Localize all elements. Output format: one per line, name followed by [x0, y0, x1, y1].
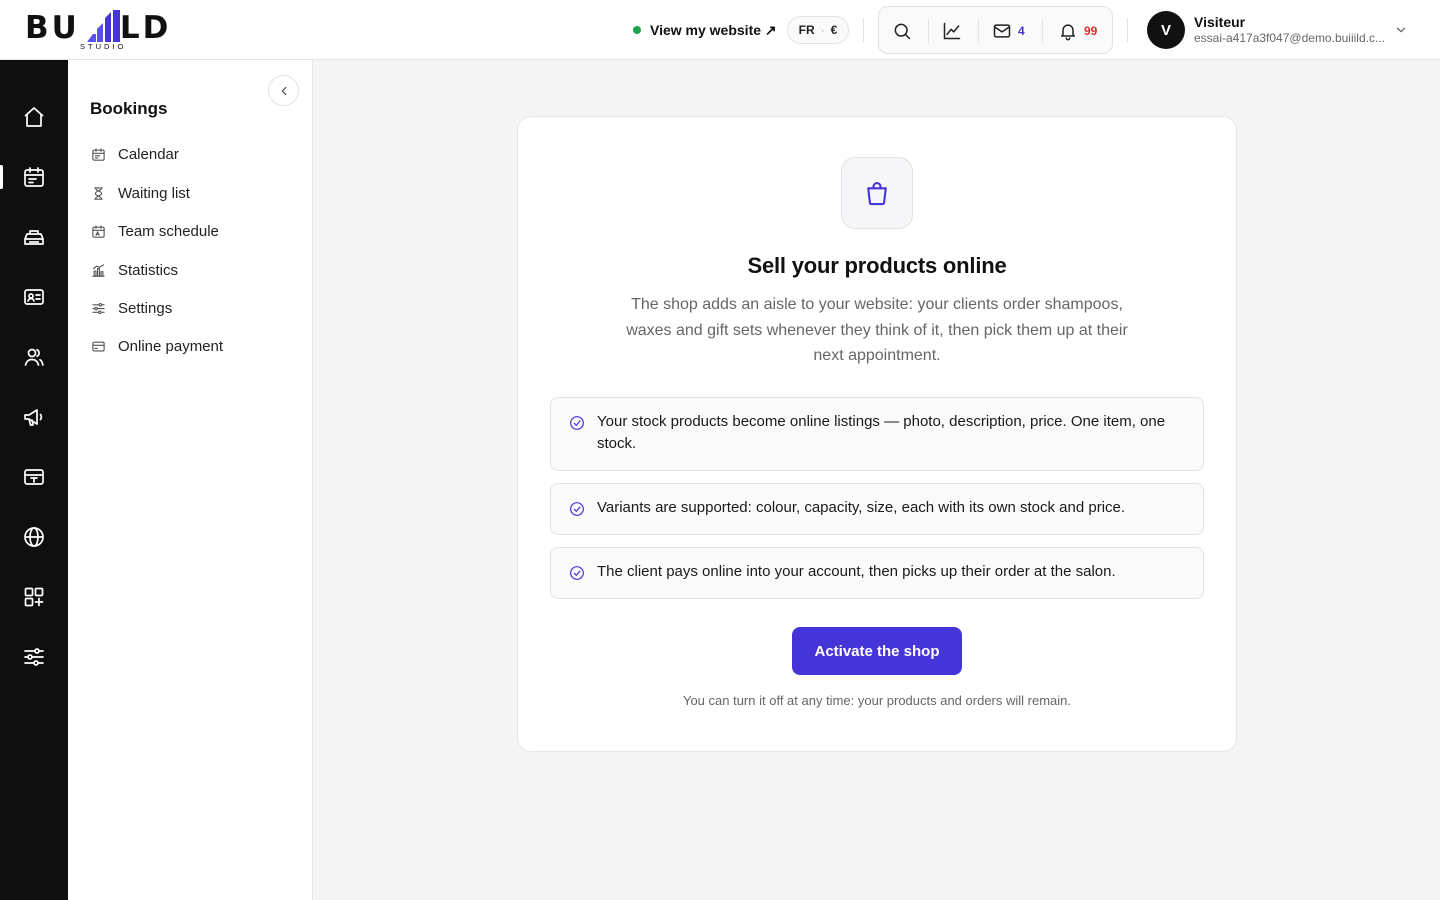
notifications-button[interactable]: 99 — [1058, 19, 1097, 43]
search-button[interactable] — [892, 19, 912, 43]
online-status-dot — [633, 26, 641, 34]
chevron-left-icon — [281, 86, 286, 95]
feature-text: Variants are supported: colour, capacity… — [597, 499, 1126, 516]
chevron-down-icon[interactable] — [1394, 23, 1408, 37]
pill-separator: · — [820, 23, 825, 37]
trend-chart-icon — [943, 22, 961, 40]
language-currency-selector[interactable]: FR · € — [787, 16, 849, 44]
divider — [978, 19, 979, 43]
rail-item-bookings[interactable] — [0, 155, 68, 199]
top-bar: BULD STUDIO View my website ↗ FR · € 4 — [0, 0, 1440, 60]
shop-activation-card: Sell your products online The shop adds … — [517, 116, 1237, 752]
apps-icon — [24, 587, 44, 607]
header-toolbar: 4 99 — [878, 6, 1113, 54]
messages-button[interactable]: 4 — [992, 19, 1025, 43]
sidebar-item-settings[interactable]: Settings — [90, 296, 172, 320]
sliders-icon — [91, 302, 105, 314]
divider — [863, 18, 864, 42]
clients-icon — [24, 348, 44, 366]
logo[interactable]: BU LD STUDIO — [25, 8, 185, 52]
user-email[interactable]: essai-a417a3f047@demo.buiiild.c... — [1194, 31, 1389, 45]
contact-card-icon — [24, 289, 44, 305]
mail-icon — [993, 24, 1011, 38]
rail-item-settings[interactable] — [0, 635, 68, 679]
divider — [1042, 19, 1043, 43]
analytics-button[interactable] — [942, 19, 962, 43]
rail-item-apps[interactable] — [0, 575, 68, 619]
rail-item-home[interactable] — [0, 95, 68, 139]
user-name[interactable]: Visiteur — [1194, 14, 1245, 30]
shop-icon-tile — [841, 157, 913, 229]
sidebar-item-calendar[interactable]: Calendar — [90, 142, 179, 166]
check-circle-icon — [570, 416, 584, 430]
services-icon — [24, 230, 44, 245]
hourglass-icon — [93, 186, 103, 200]
statistics-icon — [91, 263, 105, 277]
sidebar-item-label: Online payment — [118, 337, 224, 355]
rail-item-marketing[interactable] — [0, 395, 68, 439]
check-circle-icon — [570, 502, 584, 516]
search-icon — [894, 23, 911, 40]
globe-icon — [24, 527, 44, 547]
card-description: The shop adds an aisle to your website: … — [626, 296, 1128, 364]
logo-bars-icon — [87, 10, 120, 42]
rail-item-contacts[interactable] — [0, 275, 68, 319]
sidebar-item-team-schedule[interactable]: Team schedule — [90, 219, 219, 243]
card-footnote: You can turn it off at any time: your pr… — [682, 693, 1072, 708]
divider — [928, 19, 929, 43]
calendar-icon — [24, 167, 44, 187]
rail-item-services[interactable] — [0, 215, 68, 259]
team-calendar-icon — [91, 224, 105, 238]
feature-item: Your stock products become online listin… — [550, 397, 1204, 471]
rail-item-website[interactable] — [0, 515, 68, 559]
check-circle-icon — [570, 566, 584, 580]
sidebar-item-label: Settings — [118, 299, 173, 317]
calendar-icon — [91, 147, 105, 161]
home-icon — [24, 107, 44, 127]
feature-text: The client pays online into your account… — [597, 563, 1116, 580]
card-title: Sell your products online — [747, 253, 1007, 278]
collapse-sidebar-button[interactable] — [268, 75, 299, 106]
view-my-website-link[interactable]: View my website ↗ — [633, 19, 777, 41]
sidebar-item-label: Team schedule — [118, 222, 219, 240]
logo-subtitle: STUDIO — [80, 42, 127, 51]
feature-item: Variants are supported: colour, capacity… — [550, 483, 1204, 535]
megaphone-icon — [24, 409, 43, 426]
sidebar-item-statistics[interactable]: Statistics — [90, 258, 178, 282]
feature-text: Your stock products become online listin… — [597, 413, 1166, 452]
sidebar-item-online-payment[interactable]: Online payment — [90, 334, 223, 358]
payment-terminal-icon — [24, 469, 44, 485]
sidebar-item-label: Statistics — [118, 261, 179, 279]
activate-shop-button[interactable]: Activate the shop — [792, 627, 962, 675]
settings-sliders-icon — [24, 648, 44, 666]
credit-card-icon — [91, 341, 105, 351]
view-my-website-label: View my website ↗ — [650, 21, 777, 38]
bookings-sidebar: Bookings Calendar Waiting list Team sche… — [68, 60, 313, 900]
rail-item-clients[interactable] — [0, 335, 68, 379]
sidebar-item-label: Waiting list — [118, 184, 190, 202]
avatar[interactable]: V — [1147, 11, 1185, 49]
rail-item-payments[interactable] — [0, 455, 68, 499]
language-label: FR — [798, 23, 815, 37]
divider — [1127, 18, 1128, 42]
notifications-count: 99 — [1084, 24, 1098, 38]
currency-label: € — [830, 23, 838, 37]
feature-item: The client pays online into your account… — [550, 547, 1204, 599]
shopping-bag-icon — [867, 182, 887, 206]
sidebar-item-waiting-list[interactable]: Waiting list — [90, 181, 190, 205]
messages-count: 4 — [1018, 24, 1025, 38]
bell-icon — [1061, 24, 1075, 41]
main-nav-rail — [0, 60, 68, 900]
sidebar-title: Bookings — [90, 99, 168, 118]
sidebar-item-label: Calendar — [118, 145, 179, 163]
